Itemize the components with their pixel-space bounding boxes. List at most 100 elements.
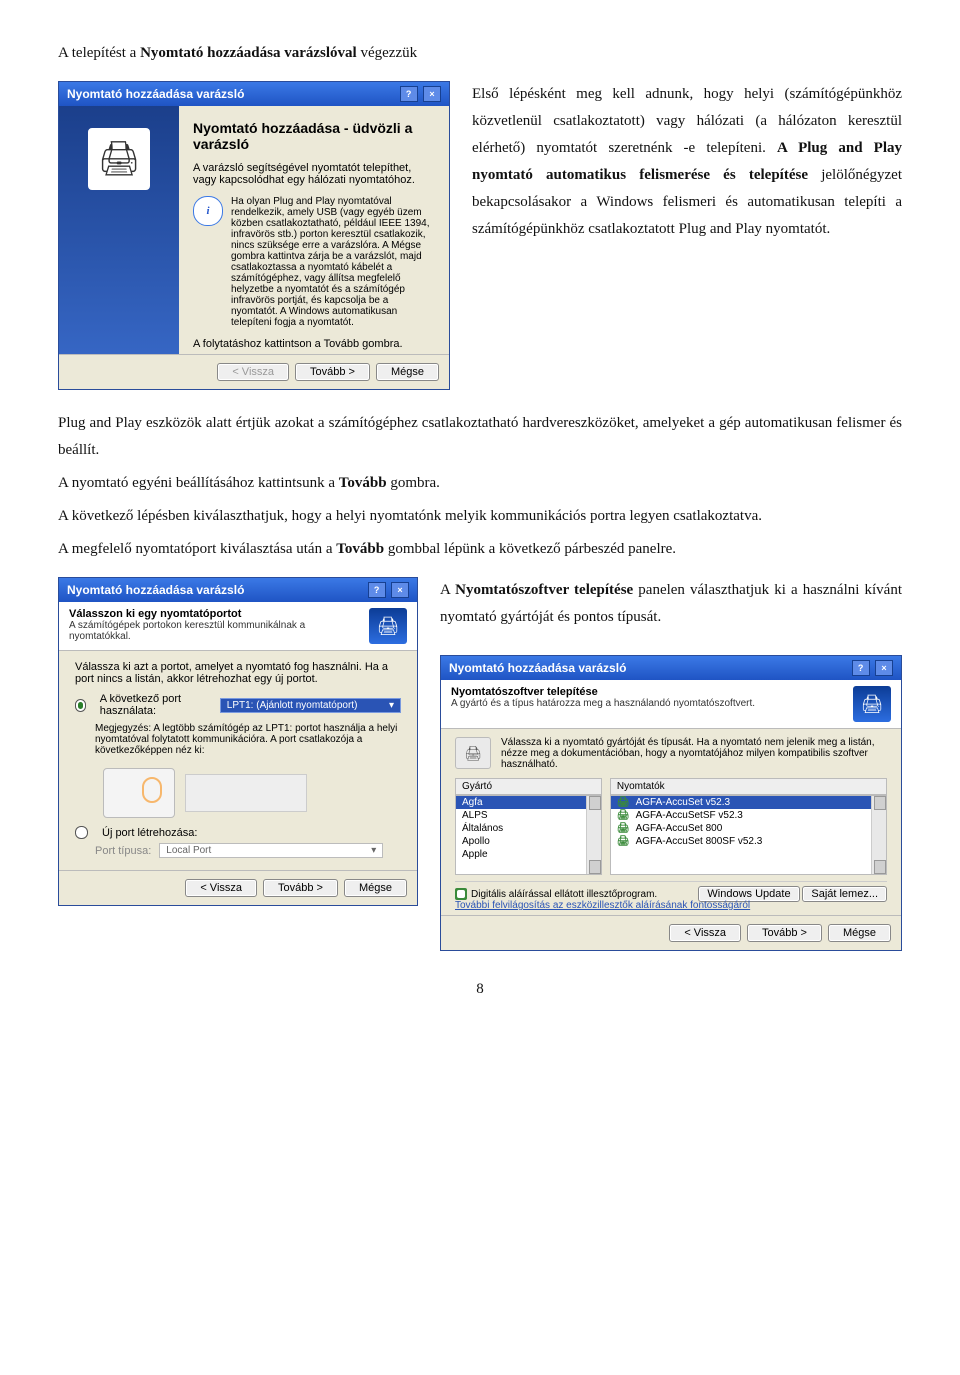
wiz1-continue: A folytatáshoz kattintson a Tovább gombr… <box>193 338 435 350</box>
wiz2-lead: Válassza ki azt a portot, amelyet a nyom… <box>75 661 401 685</box>
cancel-button[interactable]: Mégse <box>344 879 407 897</box>
para3-suf: gombra. <box>387 475 440 491</box>
para1: Első lépésként meg kell adnunk, hogy hel… <box>472 81 902 243</box>
more-info-link[interactable]: További felvilágosítás az eszközillesztő… <box>455 900 750 911</box>
para3-pre: A nyomtató egyéni beállításához kattints… <box>58 475 339 491</box>
model-listbox[interactable]: 🖨 AGFA-AccuSet v52.3 🖨 AGFA-AccuSetSF v52.… <box>610 795 887 875</box>
para5: A megfelelő nyomtatóport kiválasztása ut… <box>58 536 902 563</box>
list-item[interactable]: 🖨 AGFA-AccuSet v52.3 <box>611 796 886 809</box>
wiz2-title: Nyomtató hozzáadása varázsló <box>67 583 244 597</box>
radio-use-port[interactable] <box>75 699 86 712</box>
chevron-down-icon: ▾ <box>389 700 394 711</box>
next-button[interactable]: Tovább > <box>295 363 370 381</box>
para5-bold: Tovább <box>336 541 384 557</box>
model-label: AGFA-AccuSet 800 <box>636 823 723 834</box>
list-item[interactable]: 🖨 AGFA-AccuSet 800 <box>611 822 886 835</box>
wiz2-hh: Válasszon ki egy nyomtatóportot <box>69 608 369 620</box>
para2: Plug and Play eszközök alatt értjük azok… <box>58 410 902 464</box>
lead-prefix: A telepítést a <box>58 45 140 61</box>
cancel-button[interactable]: Mégse <box>828 924 891 942</box>
close-icon[interactable]: × <box>391 582 409 598</box>
printer-icon: 🖨 <box>853 686 891 722</box>
model-label: AGFA-AccuSet v52.3 <box>636 797 731 808</box>
wiz3-title: Nyomtató hozzáadása varázsló <box>449 661 626 675</box>
radio-new-port[interactable] <box>75 826 88 839</box>
para3: A nyomtató egyéni beállításához kattints… <box>58 470 902 497</box>
connector-art <box>103 768 401 818</box>
scrollbar[interactable] <box>586 796 601 874</box>
para4: A következő lépésben kiválaszthatjuk, ho… <box>58 503 902 530</box>
wiz3-hs: A gyártó és a típus határozza meg a hasz… <box>451 698 755 709</box>
list-item[interactable]: 🖨 AGFA-AccuSet 800SF v52.3 <box>611 835 886 848</box>
next-button[interactable]: Tovább > <box>747 924 822 942</box>
mfr-listbox[interactable]: Agfa ALPS Általános Apollo Apple <box>455 795 602 875</box>
page-number: 8 <box>58 981 902 998</box>
wiz1-info: Ha olyan Plug and Play nyomtatóval rende… <box>231 196 435 328</box>
close-icon[interactable]: × <box>423 86 441 102</box>
para6: A Nyomtatószoftver telepítése panelen vá… <box>440 577 902 631</box>
connector-cable-icon <box>185 774 307 812</box>
wiz1-title: Nyomtató hozzáadása varázsló <box>67 87 244 101</box>
have-disk-button[interactable]: Saját lemez... <box>802 886 887 902</box>
chevron-down-icon: ▾ <box>371 845 376 856</box>
port-type-dropdown[interactable]: Local Port ▾ <box>159 843 383 858</box>
wiz3-lead: Válassza ki a nyomtató gyártóját és típu… <box>501 737 887 770</box>
para5-pre: A megfelelő nyomtatóport kiválasztása ut… <box>58 541 336 557</box>
wizard-port: Nyomtató hozzáadása varázsló ? × Válassz… <box>58 577 418 906</box>
wiz3-hh: Nyomtatószoftver telepítése <box>451 686 755 698</box>
driver-icon: 🖨 <box>617 836 630 847</box>
help-icon[interactable]: ? <box>368 582 386 598</box>
para6-bold: Nyomtatószoftver telepítése <box>455 582 633 598</box>
radio-new-port-label: Új port létrehozása: <box>102 827 197 839</box>
signed-label: Digitális aláírással ellátott illesztőpr… <box>471 889 657 900</box>
printer-icon: 🖨 <box>369 608 407 644</box>
para6-pre: A <box>440 582 455 598</box>
wiz2-hs: A számítógépek portokon keresztül kommun… <box>69 620 369 642</box>
back-button[interactable]: < Vissza <box>669 924 741 942</box>
next-button[interactable]: Tovább > <box>263 879 338 897</box>
close-icon[interactable]: × <box>875 660 893 676</box>
lead-bold: Nyomtató hozzáadása varázslóval <box>140 45 357 61</box>
wiz1-line1: A varázsló segítségével nyomtatót telepí… <box>193 162 435 186</box>
help-icon[interactable]: ? <box>400 86 418 102</box>
scrollbar[interactable] <box>871 796 886 874</box>
lead-suffix: végezzük <box>357 45 417 61</box>
port-dropdown[interactable]: LPT1: (Ajánlott nyomtatóport) ▾ <box>220 698 401 713</box>
para5-suf: gombbal lépünk a következő párbeszéd pan… <box>384 541 676 557</box>
list-item[interactable]: ALPS <box>456 809 601 822</box>
wiz2-titlebar: Nyomtató hozzáadása varázsló ? × <box>59 578 417 602</box>
para3-bold: Tovább <box>339 475 387 491</box>
model-header: Nyomtatók <box>610 778 887 795</box>
printer-icon: 🖨 <box>88 128 150 190</box>
certificate-icon <box>455 888 467 900</box>
radio-use-port-label: A következő port használata: <box>100 693 212 717</box>
wiz3-titlebar: Nyomtató hozzáadása varázsló ? × <box>441 656 901 680</box>
wiz1-heading: Nyomtató hozzáadása - üdvözli a varázsló <box>193 120 435 152</box>
wizard-driver: Nyomtató hozzáadása varázsló ? × Nyomtat… <box>440 655 902 951</box>
list-item[interactable]: Apollo <box>456 835 601 848</box>
info-icon: i <box>193 196 223 226</box>
port-type-label: Port típusa: <box>95 845 151 857</box>
model-label: AGFA-AccuSet 800SF v52.3 <box>636 836 763 847</box>
wiz1-sidebar-art: 🖨 <box>59 106 179 354</box>
cancel-button[interactable]: Mégse <box>376 363 439 381</box>
list-item[interactable]: Általános <box>456 822 601 835</box>
printer-icon: 🖨 <box>455 737 491 769</box>
wiz1-titlebar: Nyomtató hozzáadása varázsló ? × <box>59 82 449 106</box>
list-item[interactable]: Agfa <box>456 796 601 809</box>
model-label: AGFA-AccuSetSF v52.3 <box>636 810 743 821</box>
list-item[interactable]: 🖨 AGFA-AccuSetSF v52.3 <box>611 809 886 822</box>
driver-icon: 🖨 <box>617 810 630 821</box>
wizard-welcome: Nyomtató hozzáadása varázsló ? × 🖨 Nyomt… <box>58 81 450 390</box>
driver-icon: 🖨 <box>617 823 630 834</box>
back-button[interactable]: < Vissza <box>185 879 257 897</box>
driver-icon: 🖨 <box>617 797 630 808</box>
back-button[interactable]: < Vissza <box>217 363 289 381</box>
port-dropdown-value: LPT1: (Ajánlott nyomtatóport) <box>227 700 358 711</box>
wiz2-note: Megjegyzés: A legtöbb számítógép az LPT1… <box>95 723 401 756</box>
connector-printer-icon <box>103 768 175 818</box>
list-item[interactable]: Apple <box>456 848 601 861</box>
mfr-header: Gyártó <box>455 778 602 795</box>
lead-paragraph: A telepítést a Nyomtató hozzáadása varáz… <box>58 40 902 67</box>
help-icon[interactable]: ? <box>852 660 870 676</box>
